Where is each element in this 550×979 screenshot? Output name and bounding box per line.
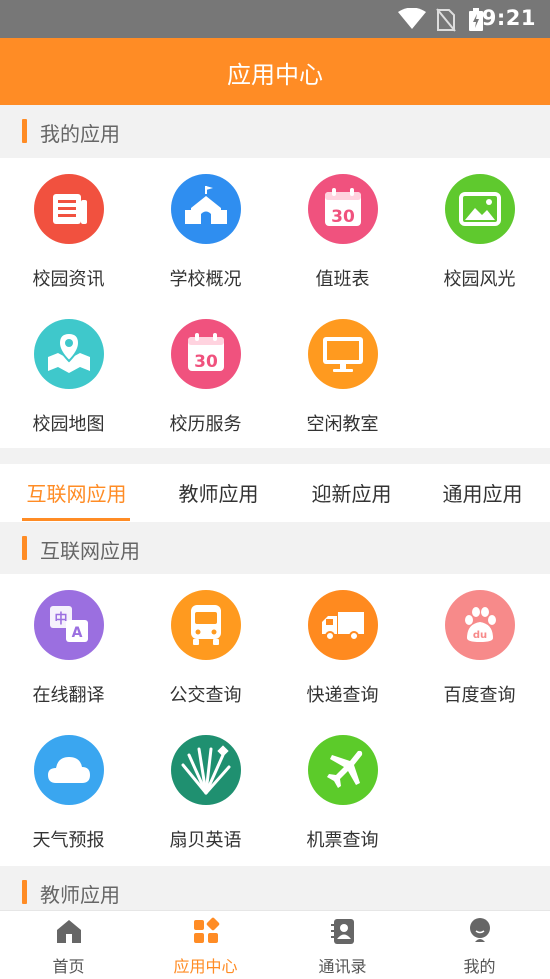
nav-app-center[interactable]: 应用中心 <box>137 911 274 979</box>
news-icon <box>34 174 104 244</box>
app-campus-scenery[interactable]: 校园风光 <box>411 158 548 303</box>
app-bus-query[interactable]: 公交查询 <box>137 574 274 719</box>
section-title: 互联网应用 <box>40 539 140 563</box>
internet-apps-header: 互联网应用 <box>0 522 550 574</box>
nav-label: 应用中心 <box>173 957 238 976</box>
nav-label: 我的 <box>463 957 496 976</box>
my-apps-header: 我的应用 <box>0 105 550 157</box>
app-label: 百度查询 <box>443 685 516 706</box>
app-label: 机票查询 <box>306 830 379 851</box>
nav-label: 通讯录 <box>318 957 367 976</box>
bottom-nav: 首页 应用中心 通讯录 我的 <box>0 910 550 979</box>
calendar-icon: 30 <box>308 174 378 244</box>
no-sim-icon <box>436 8 456 32</box>
wifi-icon <box>398 8 426 29</box>
section-title: 教师应用 <box>40 883 120 907</box>
app-duty-roster[interactable]: 30 值班表 <box>274 158 411 303</box>
app-free-classroom[interactable]: 空闲教室 <box>274 303 411 448</box>
apps-icon <box>194 917 220 943</box>
app-baidu-query[interactable]: du 百度查询 <box>411 574 548 719</box>
app-label: 空闲教室 <box>306 414 379 435</box>
app-label: 学校概况 <box>169 269 242 290</box>
bus-icon <box>171 590 241 660</box>
svg-text:du: du <box>473 630 487 641</box>
app-campus-map[interactable]: 校园地图 <box>0 303 137 448</box>
image-icon <box>445 174 515 244</box>
nav-home[interactable]: 首页 <box>0 911 137 979</box>
app-label: 扇贝英语 <box>169 830 242 851</box>
tab-teacher-apps[interactable]: 教师应用 <box>150 478 287 507</box>
calendar-icon: 30 <box>171 319 241 389</box>
app-label: 值班表 <box>315 269 370 290</box>
school-icon <box>171 174 241 244</box>
app-flight-query[interactable]: 机票查询 <box>274 719 411 864</box>
status-bar: 9:21 <box>0 0 550 38</box>
page-title: 应用中心 <box>227 61 323 89</box>
plane-icon <box>308 735 378 805</box>
app-express-query[interactable]: 快递查询 <box>274 574 411 719</box>
contacts-icon <box>331 919 354 944</box>
shanbay-icon <box>171 735 241 805</box>
section-accent-bar <box>22 880 27 904</box>
nav-profile[interactable]: 我的 <box>411 911 548 979</box>
app-shanbay-english[interactable]: 扇贝英语 <box>137 719 274 864</box>
profile-icon <box>470 918 490 942</box>
truck-icon <box>308 590 378 660</box>
app-label: 校历服务 <box>169 414 242 435</box>
calendar-day-text: 30 <box>194 352 218 372</box>
svg-text:中: 中 <box>54 611 67 627</box>
app-school-overview[interactable]: 学校概况 <box>137 158 274 303</box>
tab-internet-apps[interactable]: 互联网应用 <box>8 478 145 507</box>
app-label: 校园地图 <box>32 414 105 435</box>
baidu-icon: du <box>445 590 515 660</box>
map-icon <box>34 319 104 389</box>
app-label: 天气预报 <box>32 830 105 851</box>
app-weather-forecast[interactable]: 天气预报 <box>0 719 137 864</box>
app-label: 校园资讯 <box>32 269 105 290</box>
app-bar: 应用中心 <box>0 38 550 105</box>
calendar-day-text: 30 <box>331 207 355 227</box>
section-accent-bar <box>22 119 27 143</box>
nav-label: 首页 <box>52 957 85 976</box>
nav-contacts[interactable]: 通讯录 <box>274 911 411 979</box>
app-label: 快递查询 <box>306 685 379 706</box>
monitor-icon <box>308 319 378 389</box>
app-online-translate[interactable]: 中 A 在线翻译 <box>0 574 137 719</box>
section-title: 我的应用 <box>40 122 120 146</box>
home-icon <box>57 920 81 943</box>
app-label: 在线翻译 <box>32 685 105 706</box>
svg-text:A: A <box>72 625 83 641</box>
tab-freshman-apps[interactable]: 迎新应用 <box>283 478 420 507</box>
internet-apps-grid: 中 A 在线翻译 公交查询 快递查询 du 百度查询 天气预报 扇贝英语 机票查… <box>0 574 550 866</box>
app-campus-news[interactable]: 校园资讯 <box>0 158 137 303</box>
tab-general-apps[interactable]: 通用应用 <box>414 478 550 507</box>
translate-icon: 中 A <box>34 590 104 660</box>
section-accent-bar <box>22 536 27 560</box>
category-tabs: 互联网应用 教师应用 迎新应用 通用应用 <box>0 464 550 522</box>
status-time: 9:21 <box>481 6 536 30</box>
tab-indicator <box>22 518 130 521</box>
cloud-icon <box>34 735 104 805</box>
app-label: 校园风光 <box>443 269 516 290</box>
app-school-calendar[interactable]: 30 校历服务 <box>137 303 274 448</box>
my-apps-grid: 校园资讯 学校概况 30 值班表 校园风光 校园地图 30 校历服务 空闲教室 <box>0 158 550 448</box>
app-label: 公交查询 <box>169 685 242 706</box>
